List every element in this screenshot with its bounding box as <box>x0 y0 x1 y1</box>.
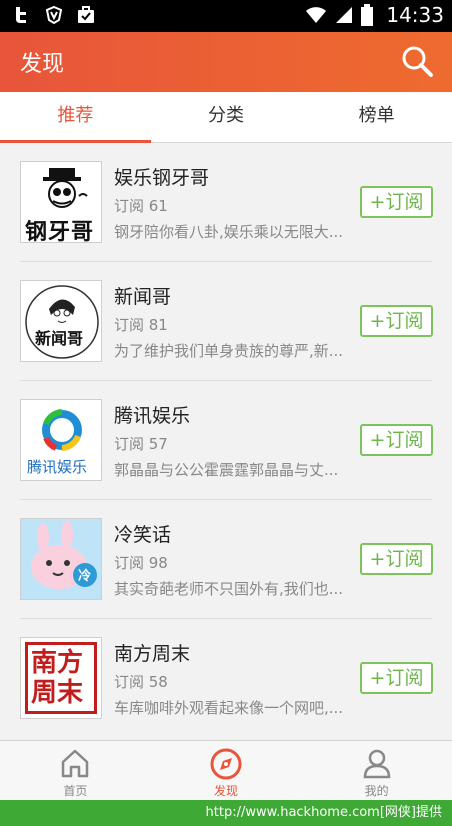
thumbnail-text: 钢牙哥 <box>25 220 95 243</box>
tab-categories[interactable]: 分类 <box>151 92 302 142</box>
subscribe-button[interactable]: +订阅 <box>360 186 433 218</box>
subscribe-button[interactable]: +订阅 <box>360 305 433 337</box>
thumbnail-text: 新闻哥 <box>35 329 84 348</box>
item-name: 腾讯娱乐 <box>114 405 191 427</box>
item-name: 娱乐钢牙哥 <box>114 167 210 189</box>
nav-mine[interactable]: 我的 <box>301 741 452 800</box>
thumbnail-text: 南方周末 <box>31 648 84 708</box>
nav-discover[interactable]: 发现 <box>151 741 302 800</box>
page-title: 发现 <box>20 52 65 77</box>
list-item[interactable]: 腾讯娱乐 腾讯娱乐 订阅 57 郭晶晶与公公霍震霆郭晶晶与丈... +订阅 <box>0 381 452 500</box>
subscribe-button[interactable]: +订阅 <box>360 662 433 694</box>
item-subscriber-count: 订阅 58 <box>114 673 168 691</box>
twitter-icon <box>16 7 26 23</box>
status-bar: 14:33 <box>0 0 452 32</box>
search-icon[interactable] <box>400 44 434 78</box>
app-bar: 发现 <box>0 32 452 92</box>
tab-recommended[interactable]: 推荐 <box>0 92 151 143</box>
nav-label: 发现 <box>214 784 239 798</box>
subscription-list: 钢牙哥 娱乐钢牙哥 订阅 61 钢牙陪你看八卦,娱乐乘以无限大... +订阅 新… <box>0 143 452 740</box>
nav-label: 我的 <box>364 784 389 798</box>
home-icon <box>62 749 89 778</box>
thumbnail-lengxiaohua: 冷 <box>20 518 102 600</box>
item-description: 钢牙陪你看八卦,娱乐乘以无限大... <box>114 223 344 241</box>
item-subscriber-count: 订阅 57 <box>114 435 168 453</box>
subscribe-button[interactable]: +订阅 <box>360 543 433 575</box>
item-description: 其实奇葩老师不只国外有,我们也... <box>114 580 344 598</box>
subscribe-button[interactable]: +订阅 <box>360 424 433 456</box>
list-item[interactable]: 冷 冷笑话 订阅 98 其实奇葩老师不只国外有,我们也... +订阅 <box>0 500 452 619</box>
thumbnail-gangyage: 钢牙哥 <box>20 161 102 243</box>
item-subscriber-count: 订阅 61 <box>114 197 168 215</box>
nav-home[interactable]: 首页 <box>0 741 151 800</box>
item-subscriber-count: 订阅 81 <box>114 316 168 334</box>
item-description: 郭晶晶与公公霍震霆郭晶晶与丈... <box>114 461 339 479</box>
item-name: 新闻哥 <box>114 286 172 308</box>
tab-rankings[interactable]: 榜单 <box>301 92 452 142</box>
compass-icon <box>210 748 242 780</box>
wifi-icon <box>306 7 327 23</box>
item-description: 为了维护我们单身贵族的尊严,新... <box>114 342 344 360</box>
thumbnail-text: 腾讯娱乐 <box>27 458 88 476</box>
clock: 14:33 <box>386 3 444 27</box>
item-name: 冷笑话 <box>114 524 172 546</box>
tab-bar: 推荐 分类 榜单 <box>0 92 452 143</box>
nav-label: 首页 <box>63 784 88 798</box>
person-icon <box>363 749 390 779</box>
battery-icon <box>361 4 374 26</box>
thumbnail-nanfangzhoumo: 南方周末 <box>20 637 102 719</box>
bottom-nav: 首页 发现 我的 <box>0 740 452 800</box>
item-description: 车库咖啡外观看起来像一个网吧,... <box>114 699 344 717</box>
briefcase-check-icon <box>78 6 94 23</box>
thumbnail-tencent-ent: 腾讯娱乐 <box>20 399 102 481</box>
list-item[interactable]: 南方周末 南方周末 订阅 58 车库咖啡外观看起来像一个网吧,... +订阅 <box>0 619 452 738</box>
thumbnail-text: 冷 <box>78 569 92 584</box>
vpn-shield-icon <box>45 5 63 25</box>
watermark-footer: http://www.hackhome.com[网侠]提供 <box>0 800 452 826</box>
item-name: 南方周末 <box>114 643 191 665</box>
list-item[interactable]: 钢牙哥 娱乐钢牙哥 订阅 61 钢牙陪你看八卦,娱乐乘以无限大... +订阅 <box>0 143 452 262</box>
signal-icon <box>336 7 353 23</box>
list-item[interactable]: 新闻哥 新闻哥 订阅 81 为了维护我们单身贵族的尊严,新... +订阅 <box>0 262 452 381</box>
item-subscriber-count: 订阅 98 <box>114 554 168 572</box>
thumbnail-xinwenge: 新闻哥 <box>20 280 102 362</box>
